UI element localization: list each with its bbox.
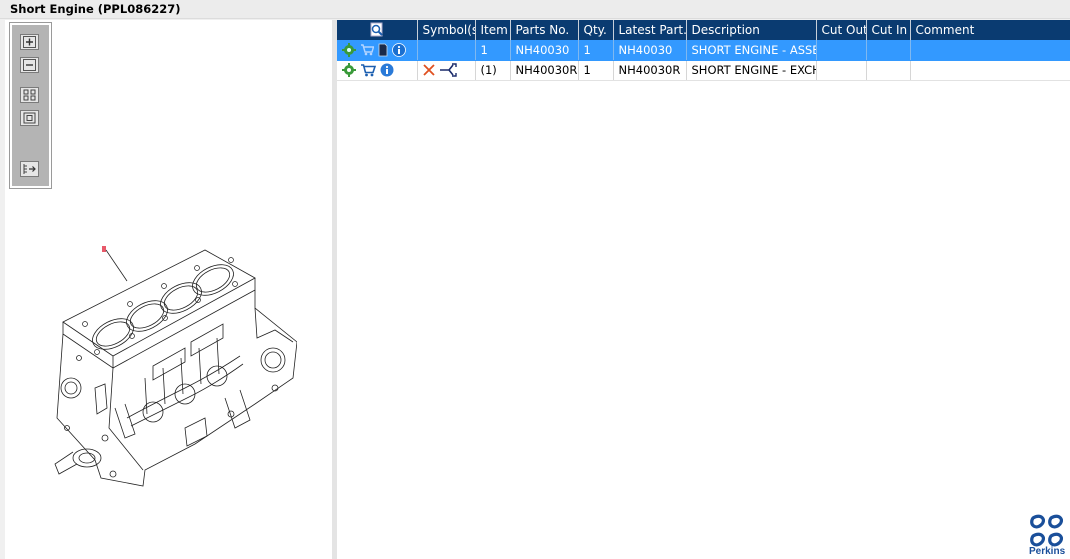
row-actions-cell (337, 40, 418, 61)
column-header-description[interactable]: Description (686, 20, 817, 40)
row-actions-cell (337, 60, 418, 81)
comment-cell (910, 40, 1070, 61)
brand-name: Perkins (1029, 546, 1066, 557)
cut-out-cell (816, 60, 867, 81)
comment-cell (910, 60, 1070, 81)
table-header-row: Symbol(s) Item Parts No. Qty. Latest Par… (337, 20, 1070, 40)
info-icon[interactable] (380, 63, 394, 77)
column-header-parts-no[interactable]: Parts No. (510, 20, 579, 40)
panel-arrow-icon (23, 164, 36, 174)
column-header-latest-part[interactable]: Latest Part... (613, 20, 687, 40)
qty-cell: 1 (578, 60, 614, 81)
column-header-cut-out[interactable]: Cut Out (816, 20, 867, 40)
zoom-in-button[interactable] (20, 34, 39, 50)
column-header-qty[interactable]: Qty. (578, 20, 614, 40)
item-cell: 1 (475, 40, 511, 61)
cart-icon[interactable] (360, 43, 374, 56)
parts-list-pane: Symbol(s) Item Parts No. Qty. Latest Par… (337, 20, 1070, 559)
cut-in-cell (866, 40, 911, 61)
window-titlebar: Short Engine (PPL086227) (0, 0, 1070, 19)
callout-marker-icon[interactable] (102, 246, 106, 252)
latest-part-cell: NH40030R (613, 60, 687, 81)
engine-block-illustration (54, 246, 297, 487)
magnifier-icon (370, 22, 383, 37)
info-icon[interactable] (392, 42, 406, 57)
fit-all-button[interactable] (20, 87, 39, 103)
cart-icon[interactable] (360, 63, 376, 77)
gear-icon[interactable] (342, 42, 356, 57)
table-row[interactable]: 1 NH40030 1 NH40030 SHORT ENGINE - ASSEM… (337, 40, 1070, 61)
plus-icon (23, 36, 36, 48)
column-header-symbols[interactable]: Symbol(s) (417, 20, 476, 40)
column-header-cut-in[interactable]: Cut In (866, 20, 911, 40)
document-icon[interactable] (378, 43, 388, 57)
fit-all-icon (23, 89, 36, 101)
fit-window-button[interactable] (20, 110, 39, 126)
exit-fullscreen-button[interactable] (20, 161, 39, 177)
cut-in-cell (866, 60, 911, 81)
minus-icon (23, 59, 36, 71)
parts-table: Symbol(s) Item Parts No. Qty. Latest Par… (337, 20, 1070, 81)
zoom-out-button[interactable] (20, 57, 39, 73)
column-header-item[interactable]: Item (475, 20, 511, 40)
fit-window-icon (23, 112, 36, 124)
column-header-comment[interactable]: Comment (910, 20, 1070, 40)
window-title: Short Engine (PPL086227) (10, 2, 181, 16)
zoom-toolbox (9, 22, 52, 189)
cut-out-cell (816, 40, 867, 61)
latest-part-cell: NH40030 (613, 40, 687, 61)
qty-cell: 1 (578, 40, 614, 61)
symbols-cell (417, 60, 476, 81)
part-number-cell: NH40030R (510, 60, 579, 81)
preview-column-header[interactable] (337, 20, 418, 40)
gear-icon[interactable] (342, 63, 356, 77)
cross-icon (422, 64, 435, 76)
description-cell: SHORT ENGINE - EXCHANGE (686, 60, 817, 81)
table-row[interactable]: (1) NH40030R 1 NH40030R SHORT ENGINE - E… (337, 60, 1070, 81)
illustration-pane[interactable] (5, 20, 332, 559)
description-cell: SHORT ENGINE - ASSEMBLY (686, 40, 817, 61)
item-cell: (1) (475, 60, 511, 81)
part-number-cell: NH40030 (510, 40, 579, 61)
split-arrow-icon (439, 63, 457, 77)
symbols-cell (417, 40, 476, 61)
